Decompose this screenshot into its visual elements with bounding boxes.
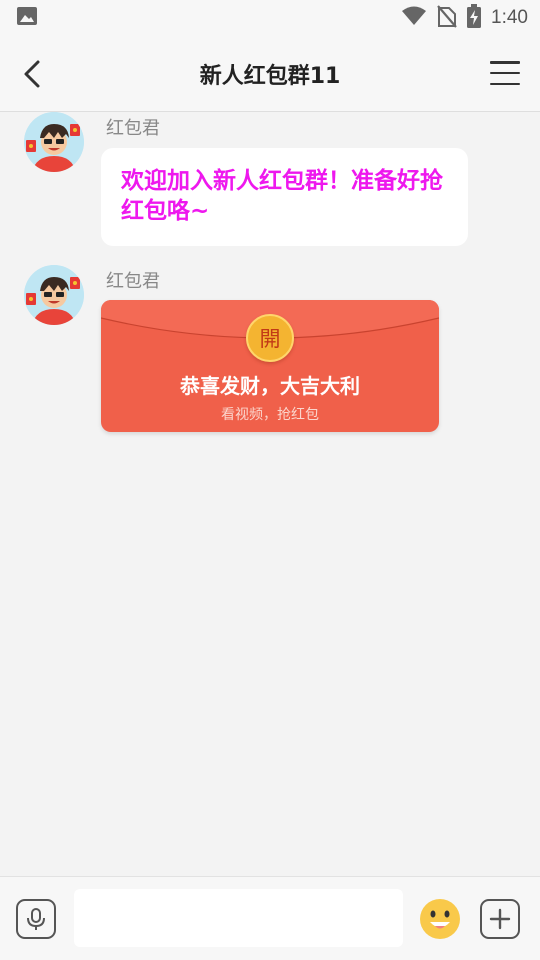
menu-icon-bar-middle: [490, 71, 520, 75]
red-packet-title: 恭喜发财，大吉大利: [180, 374, 360, 398]
page-title: 新人红包群11: [199, 63, 341, 89]
menu-icon-bar-top: [490, 61, 520, 64]
avatar[interactable]: [24, 112, 84, 172]
sender-name: 红包君: [106, 118, 160, 139]
open-red-packet-button[interactable]: 開: [246, 314, 294, 362]
nav-bar: 新人红包群11: [0, 36, 540, 112]
status-time: 1:40: [491, 7, 528, 28]
red-packet-card[interactable]: 開 恭喜发财，大吉大利 看视频，抢红包: [101, 300, 439, 432]
plus-icon: [489, 908, 511, 930]
menu-button[interactable]: [490, 58, 520, 88]
status-bar: 1:40: [0, 0, 540, 36]
message-bubble[interactable]: 欢迎加入新人红包群！准备好抢红包咯~: [101, 148, 468, 246]
message-input[interactable]: [74, 889, 403, 947]
microphone-icon: [27, 908, 45, 930]
no-sim-icon: [437, 4, 457, 32]
battery-charging-icon: [467, 4, 482, 32]
smiley-icon: [420, 899, 460, 939]
red-packet-subtitle: 看视频，抢红包: [221, 407, 319, 423]
more-button[interactable]: [480, 899, 520, 939]
emoji-button[interactable]: [418, 897, 462, 941]
input-bar: [0, 876, 540, 960]
wifi-icon: [401, 6, 427, 30]
chevron-left-icon: [24, 60, 40, 88]
voice-button[interactable]: [16, 899, 56, 939]
image-icon: [16, 5, 38, 31]
avatar[interactable]: [24, 265, 84, 325]
menu-icon-bar-bottom: [490, 82, 520, 85]
back-button[interactable]: [14, 56, 50, 92]
sender-name: 红包君: [106, 271, 160, 292]
